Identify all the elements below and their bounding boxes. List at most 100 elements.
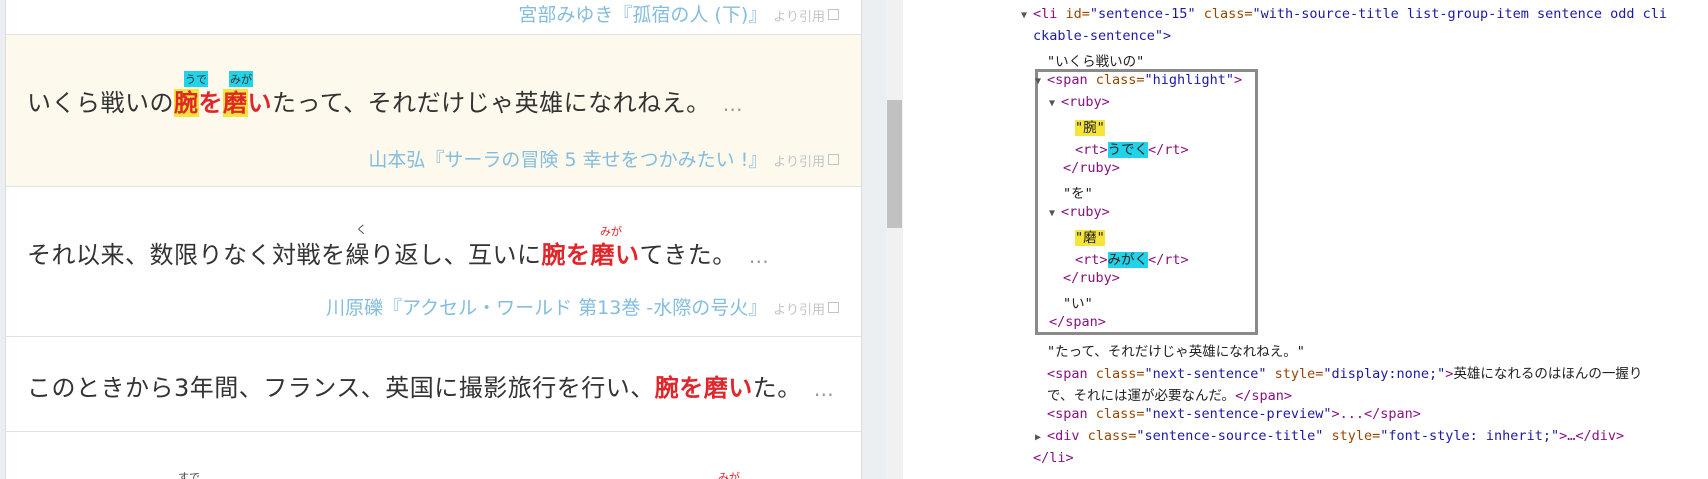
dom-node-span-highlight[interactable]: ▼ <span class="highlight"> — [1035, 72, 1242, 88]
attr-name: style= — [1323, 428, 1381, 444]
text-node[interactable]: "い" — [1063, 292, 1093, 312]
list-item: 宮部みゆき『孤宿の人 (下)』 より引用 — [6, 0, 861, 35]
yori-label: より引用 — [773, 10, 825, 25]
source-title[interactable]: 宮部みゆき『孤宿の人 (下)』 より引用 — [518, 0, 839, 27]
external-link-icon[interactable] — [828, 302, 839, 313]
sentence-pre: いくら戦いの — [27, 89, 174, 117]
tag-close[interactable]: </li> — [1033, 450, 1074, 466]
dom-node-ruby[interactable]: ▼ <ruby> — [1049, 94, 1110, 110]
source-link[interactable]: 川原礫『アクセル・ワールド 第13巻 -水際の号火』 — [326, 297, 767, 319]
tag-close[interactable]: </ruby> — [1063, 270, 1120, 286]
highlight-kanji-miga: 磨 — [223, 89, 248, 117]
highlight-phrase: 腕を磨い — [654, 374, 753, 402]
list-item[interactable]: く みが それ以来、数限りなく対戦を繰り返し、互いに腕を磨いてきた。… 川原礫『… — [6, 187, 861, 337]
attr-name: class= — [1087, 366, 1145, 382]
text-content: 英雄になれるのはほんの一握り — [1453, 366, 1643, 382]
attr-value: "with-source-title list-group-item sente… — [1252, 6, 1667, 22]
attr-value: "highlight" — [1144, 72, 1234, 88]
tag-name: <span — [1047, 72, 1088, 88]
sentence-text: いくら戦いの腕を磨いたって、それだけじゃ英雄になれねえ。 … — [27, 83, 743, 118]
attr-name: id= — [1057, 6, 1090, 22]
external-link-icon[interactable] — [828, 9, 839, 20]
vertical-scrollbar[interactable] — [886, 0, 903, 479]
attr-name: class= — [1195, 6, 1253, 22]
dom-node-span-next-preview[interactable]: <span class="next-sentence-preview">...<… — [1047, 406, 1421, 422]
ruby-miga: みが — [718, 471, 740, 479]
kanji-text: "腕" — [1075, 120, 1105, 136]
attr-name: class= — [1087, 406, 1145, 422]
dom-node-ruby[interactable]: ▼ <ruby> — [1049, 204, 1110, 220]
highlight-phrase: 腕を磨い — [541, 241, 640, 269]
highlight-kanji-ude: 腕 — [174, 89, 199, 117]
attr-value: "font-style: inherit;" — [1380, 428, 1560, 444]
source-title[interactable]: 山本弘『サーラの冒険 5 幸せをつかみたい !』 より引用 — [368, 145, 839, 172]
expand-triangle-icon[interactable]: ▼ — [1035, 76, 1047, 87]
text-node[interactable]: "腕" — [1075, 116, 1105, 136]
source-link[interactable]: 山本弘『サーラの冒険 5 幸せをつかみたい !』 — [368, 149, 767, 171]
sentence-text: このときから3年間、フランス、英国に撮影旅行を行い、腕を磨いた。 … — [27, 368, 834, 403]
expand-triangle-right-icon[interactable]: ▶ — [1035, 432, 1047, 443]
more-dots[interactable]: … — [749, 244, 770, 268]
tag-close[interactable]: </ruby> — [1063, 160, 1120, 176]
text-continued: で、それには運が必要なんだ。</span> — [1047, 384, 1292, 404]
highlight-i: い — [247, 89, 272, 117]
tag-name: <li — [1033, 6, 1058, 22]
dom-node-rt[interactable]: <rt>うでく</rt> — [1075, 138, 1189, 158]
tag-close: > — [1233, 72, 1243, 88]
sentence-post: てきた。 — [639, 241, 737, 269]
tag-close: </rt> — [1148, 142, 1189, 158]
attr-value: "display:none;" — [1323, 366, 1446, 382]
tag-name: <span — [1047, 406, 1088, 422]
source-link[interactable]: 宮部みゆき『孤宿の人 (下)』 — [518, 4, 767, 26]
attr-name: class= — [1079, 428, 1137, 444]
tag-name: <rt> — [1075, 142, 1108, 158]
expand-triangle-icon[interactable]: ▼ — [1049, 98, 1061, 109]
text-node[interactable]: "いくら戦いの" — [1047, 50, 1144, 70]
list-item[interactable]: すで みが — [6, 432, 861, 479]
tag-close[interactable]: </span> — [1049, 314, 1106, 330]
results-panel: 宮部みゆき『孤宿の人 (下)』 より引用 うで みが いくら戦いの腕を磨いたって、… — [0, 0, 886, 479]
attr-value: "next-sentence-preview" — [1144, 406, 1332, 422]
text-node[interactable]: "磨" — [1075, 226, 1105, 246]
attr-value: "next-sentence" — [1144, 366, 1267, 382]
highlight-wo: を — [198, 89, 223, 117]
attr-name: style= — [1266, 366, 1324, 382]
tag-name: <ruby> — [1061, 94, 1110, 110]
external-link-icon[interactable] — [828, 154, 839, 165]
text-node[interactable]: "たって、それだけじゃ英雄になれねえ。" — [1047, 340, 1305, 360]
more-dots[interactable]: … — [814, 377, 835, 401]
attr-name: class= — [1087, 72, 1145, 88]
tag-name: <ruby> — [1061, 204, 1110, 220]
dom-node-rt[interactable]: <rt>みがく</rt> — [1075, 248, 1189, 268]
yori-label: より引用 — [773, 155, 825, 170]
tag-close: </span> — [1235, 388, 1292, 404]
sentence-post: た。 — [752, 374, 802, 402]
list-item-sentence-15[interactable]: うで みが いくら戦いの腕を磨いたって、それだけじゃ英雄になれねえ。… 山本弘『… — [6, 35, 861, 187]
sentence-list: 宮部みゆき『孤宿の人 (下)』 より引用 うで みが いくら戦いの腕を磨いたって、… — [5, 0, 862, 479]
source-title[interactable]: 川原礫『アクセル・ワールド 第13巻 -水際の号火』 より引用 — [326, 293, 839, 320]
text-node[interactable]: "を" — [1063, 182, 1093, 202]
rt-text: うでく — [1107, 142, 1149, 158]
highlight-phrase: 腕を磨い — [174, 89, 272, 117]
list-item[interactable]: このときから3年間、フランス、英国に撮影旅行を行い、腕を磨いた。 … — [6, 337, 861, 432]
tag-close: >…</div> — [1559, 428, 1625, 444]
sentence-pre: このときから3年間、フランス、英国に撮影旅行を行い、 — [27, 374, 655, 402]
ruby-sude: すで — [178, 471, 201, 479]
sentence-post: たって、それだけじゃ英雄になれねえ。 — [272, 89, 711, 117]
dom-node-li[interactable]: ▼ <li id="sentence-15" class="with-source… — [1021, 6, 1667, 22]
expand-triangle-icon[interactable]: ▼ — [1049, 208, 1061, 219]
tag-name: <rt> — [1075, 252, 1108, 268]
kanji-text: "磨" — [1075, 230, 1105, 246]
more-dots[interactable]: … — [723, 92, 744, 116]
attr-value: "sentence-15" — [1089, 6, 1196, 22]
devtools-elements-panel: ▼ <li id="sentence-15" class="with-source… — [903, 0, 1708, 479]
text-content: で、それには運が必要なんだ。 — [1047, 388, 1236, 404]
dom-node-div-source-title[interactable]: ▶ <div class="sentence-source-title" styl… — [1035, 428, 1624, 444]
dom-node-span-next-sentence[interactable]: <span class="next-sentence" style="displ… — [1047, 362, 1642, 382]
expand-triangle-icon[interactable]: ▼ — [1021, 10, 1033, 21]
sentence-text: それ以来、数限りなく対戦を繰り返し、互いに腕を磨いてきた。 … — [27, 235, 769, 270]
tag-close: </rt> — [1148, 252, 1189, 268]
scrollbar-thumb[interactable] — [887, 100, 902, 228]
tag-name: <span — [1047, 366, 1088, 382]
sentence-pre: それ以来、数限りなく対戦を繰り返し、互いに — [27, 241, 542, 269]
